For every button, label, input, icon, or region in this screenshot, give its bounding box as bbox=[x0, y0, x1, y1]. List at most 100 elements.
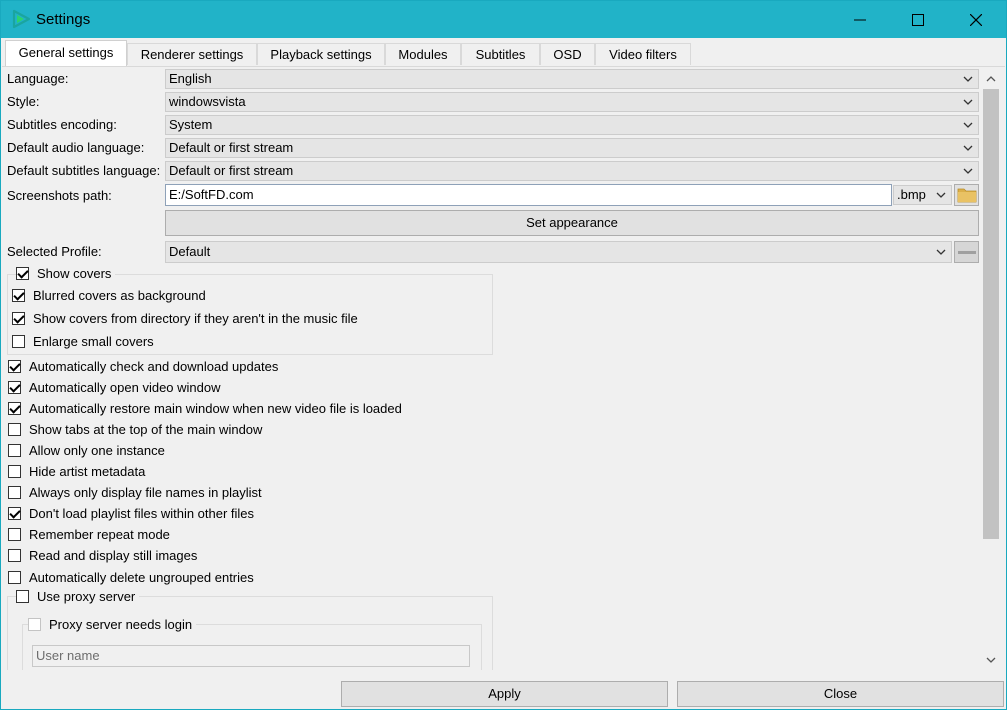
close-button[interactable]: Close bbox=[677, 681, 1004, 707]
covers-option[interactable]: Enlarge small covers bbox=[12, 332, 154, 350]
option-checkbox[interactable]: Read and display still images bbox=[8, 546, 197, 564]
maximize-icon bbox=[912, 13, 924, 26]
chevron-down-icon bbox=[963, 122, 973, 128]
minimize-button[interactable] bbox=[831, 1, 889, 38]
proxy-username-input[interactable]: User name bbox=[32, 645, 470, 667]
option-checkbox[interactable]: Automatically delete ungrouped entries bbox=[8, 568, 254, 586]
checkbox-box bbox=[8, 401, 21, 415]
chevron-down-icon bbox=[963, 145, 973, 151]
option-label: Allow only one instance bbox=[29, 442, 165, 458]
chevron-down-icon bbox=[963, 168, 973, 174]
chevron-down-icon bbox=[936, 249, 946, 255]
tab-video-filters[interactable]: Video filters bbox=[595, 43, 691, 65]
subtitles-encoding-label: Subtitles encoding: bbox=[7, 117, 117, 132]
checkbox-box bbox=[8, 506, 21, 520]
checkbox-box bbox=[8, 359, 21, 373]
style-label: Style: bbox=[7, 94, 40, 109]
option-label: Automatically open video window bbox=[29, 379, 221, 395]
checkbox-box bbox=[8, 380, 21, 394]
style-value: windowsvista bbox=[169, 94, 246, 109]
covers-option-label: Show covers from directory if they aren'… bbox=[33, 310, 358, 326]
option-checkbox[interactable]: Don't load playlist files within other f… bbox=[8, 504, 254, 522]
tab-playback-settings[interactable]: Playback settings bbox=[257, 43, 385, 65]
option-label: Don't load playlist files within other f… bbox=[29, 505, 255, 521]
audio-language-value: Default or first stream bbox=[169, 140, 294, 155]
covers-option[interactable]: Blurred covers as background bbox=[12, 286, 206, 304]
scroll-up-icon[interactable] bbox=[982, 71, 1000, 87]
subtitles-encoding-combo[interactable]: System bbox=[165, 115, 979, 135]
tab-modules[interactable]: Modules bbox=[385, 43, 461, 65]
apply-button[interactable]: Apply bbox=[341, 681, 668, 707]
vertical-scrollbar[interactable] bbox=[982, 71, 1000, 668]
audio-language-label: Default audio language: bbox=[7, 140, 145, 155]
show-covers-label: Show covers bbox=[37, 265, 112, 281]
selected-profile-value: Default bbox=[169, 244, 211, 259]
chevron-down-icon bbox=[936, 192, 946, 198]
tab-subtitles[interactable]: Subtitles bbox=[461, 43, 540, 65]
option-label: Automatically delete ungrouped entries bbox=[29, 569, 254, 585]
subtitles-encoding-value: System bbox=[169, 117, 213, 132]
tab-renderer-settings[interactable]: Renderer settings bbox=[127, 43, 257, 65]
checkbox-box bbox=[12, 334, 25, 348]
option-checkbox[interactable]: Automatically check and download updates bbox=[8, 357, 278, 375]
use-proxy-checkbox[interactable]: Use proxy server bbox=[16, 587, 140, 605]
language-combo[interactable]: English bbox=[165, 69, 979, 89]
checkbox-box bbox=[16, 589, 29, 603]
checkbox-box bbox=[8, 443, 21, 457]
general-settings-panel: Language: English Style: windowsvista Su… bbox=[2, 66, 1005, 670]
option-checkbox[interactable]: Always only display file names in playli… bbox=[8, 483, 262, 501]
screenshot-format-value: .bmp bbox=[897, 187, 926, 202]
option-checkbox[interactable]: Remember repeat mode bbox=[8, 525, 170, 543]
audio-language-combo[interactable]: Default or first stream bbox=[165, 138, 979, 158]
screenshots-path-input[interactable]: E:/SoftFD.com bbox=[165, 184, 892, 206]
subtitles-language-value: Default or first stream bbox=[169, 163, 294, 178]
language-value: English bbox=[169, 71, 212, 86]
option-label: Read and display still images bbox=[29, 547, 198, 563]
option-checkbox[interactable]: Automatically restore main window when n… bbox=[8, 399, 402, 417]
close-icon bbox=[970, 13, 982, 26]
selected-profile-combo[interactable]: Default bbox=[165, 241, 952, 263]
scroll-down-icon[interactable] bbox=[982, 652, 1000, 668]
close-window-button[interactable] bbox=[947, 1, 1005, 38]
option-label: Show tabs at the top of the main window bbox=[29, 421, 263, 437]
screenshots-path-label: Screenshots path: bbox=[7, 188, 112, 203]
selected-profile-label: Selected Profile: bbox=[7, 244, 102, 259]
option-label: Automatically check and download updates bbox=[29, 358, 279, 374]
checkbox-box bbox=[8, 422, 21, 436]
checkbox-box bbox=[28, 617, 41, 631]
browse-folder-button[interactable] bbox=[954, 184, 979, 206]
set-appearance-button[interactable]: Set appearance bbox=[165, 210, 979, 236]
option-checkbox[interactable]: Allow only one instance bbox=[8, 441, 165, 459]
covers-option-label: Blurred covers as background bbox=[33, 287, 206, 303]
covers-option-label: Enlarge small covers bbox=[33, 333, 154, 349]
checkbox-box bbox=[8, 570, 21, 584]
checkbox-box bbox=[8, 485, 21, 499]
tab-osd[interactable]: OSD bbox=[540, 43, 595, 65]
proxy-login-checkbox[interactable]: Proxy server needs login bbox=[28, 615, 197, 633]
folder-icon bbox=[957, 188, 976, 203]
checkbox-box bbox=[8, 548, 21, 562]
option-checkbox[interactable]: Show tabs at the top of the main window bbox=[8, 420, 262, 438]
checkbox-box bbox=[8, 527, 21, 541]
option-checkbox[interactable]: Hide artist metadata bbox=[8, 462, 145, 480]
show-covers-checkbox[interactable]: Show covers bbox=[16, 264, 116, 282]
subtitles-language-label: Default subtitles language: bbox=[7, 163, 161, 178]
covers-option[interactable]: Show covers from directory if they aren'… bbox=[12, 309, 358, 327]
subtitles-language-combo[interactable]: Default or first stream bbox=[165, 161, 979, 181]
scrollbar-thumb[interactable] bbox=[983, 89, 999, 539]
checkbox-box bbox=[8, 464, 21, 478]
app-play-icon bbox=[12, 9, 31, 29]
option-checkbox[interactable]: Automatically open video window bbox=[8, 378, 221, 396]
title-bar[interactable]: Settings bbox=[1, 1, 1006, 38]
chevron-down-icon bbox=[963, 76, 973, 82]
settings-window: Settings General settings Renderer setti… bbox=[0, 0, 1007, 710]
remove-profile-button[interactable] bbox=[954, 241, 979, 263]
checkbox-box bbox=[16, 266, 29, 280]
chevron-down-icon bbox=[963, 99, 973, 105]
style-combo[interactable]: windowsvista bbox=[165, 92, 979, 112]
tab-bar: General settings Renderer settings Playb… bbox=[1, 39, 1006, 67]
maximize-button[interactable] bbox=[889, 1, 947, 38]
screenshot-format-combo[interactable]: .bmp bbox=[893, 185, 952, 205]
tab-general-settings[interactable]: General settings bbox=[5, 40, 127, 66]
language-label: Language: bbox=[7, 71, 69, 86]
